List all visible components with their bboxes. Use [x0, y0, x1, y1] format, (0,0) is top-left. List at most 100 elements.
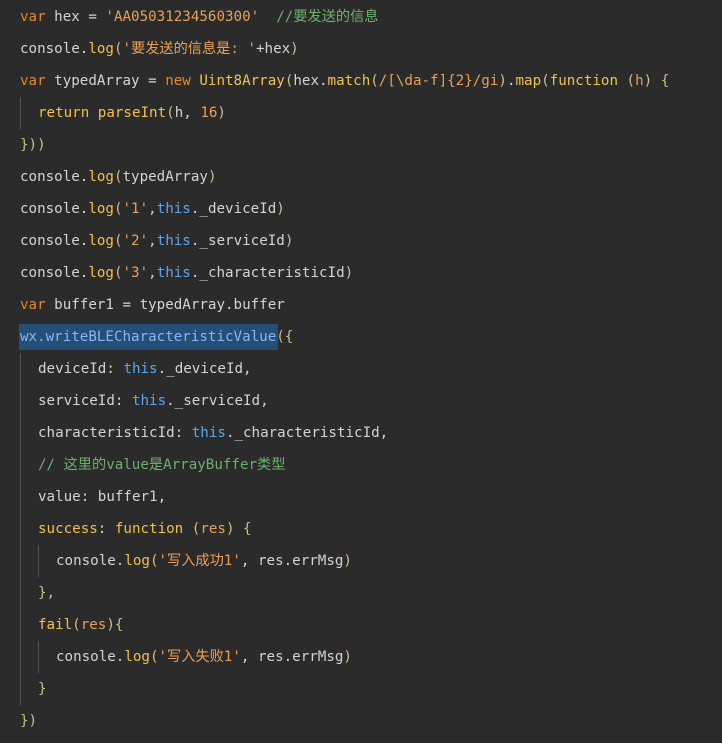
code-token: log — [124, 649, 150, 665]
code-line[interactable]: var hex = 'AA05031234560300' //要发送的信息 — [20, 1, 378, 33]
code-line[interactable]: console.log('2',this._serviceId) — [20, 225, 293, 257]
code-token: console. — [20, 233, 89, 249]
code-token: this — [156, 233, 191, 249]
code-token: console. — [20, 265, 89, 281]
code-token: return — [38, 105, 90, 121]
code-token: ) — [343, 553, 352, 569]
code-line[interactable]: console.log('写入成功1', res.errMsg) — [56, 545, 352, 577]
code-line[interactable]: value: buffer1, — [38, 481, 166, 513]
code-token: '3' — [122, 265, 149, 281]
code-token: ({ — [276, 329, 294, 345]
code-token: deviceId — [38, 361, 107, 377]
code-token: typedArray — [122, 169, 208, 185]
code-line[interactable]: fail(res){ — [38, 609, 123, 641]
code-line[interactable]: console.log('3',this._characteristicId) — [20, 257, 353, 289]
code-token: ( — [113, 265, 123, 281]
code-token: ( — [183, 521, 201, 537]
code-token: characteristicId — [38, 425, 175, 441]
code-token: fail — [38, 617, 73, 633]
code-token: ( — [370, 73, 379, 89]
code-token: ) — [284, 233, 294, 249]
code-token: ( — [113, 169, 123, 185]
code-token: Uint8Array — [199, 73, 285, 89]
code-token: res — [200, 521, 226, 537]
code-line[interactable]: console.log('要发送的信息是: '+hex) — [20, 33, 299, 65]
code-line[interactable]: deviceId: this._deviceId, — [38, 353, 252, 385]
code-line[interactable]: var typedArray = new Uint8Array ( hex.matc… — [20, 65, 669, 97]
code-token: console. — [56, 649, 125, 665]
code-token: var — [20, 73, 46, 89]
code-line[interactable]: success: function (res) { — [38, 513, 252, 545]
code-token: ) — [344, 265, 354, 281]
code-line[interactable]: console.log(typedArray) — [20, 161, 216, 193]
code-token: log — [88, 233, 114, 249]
code-token: 16 — [200, 105, 218, 121]
code-token: +hex — [256, 41, 291, 57]
code-token: , res.errMsg — [240, 553, 344, 569]
code-token: parseInt — [97, 105, 167, 121]
code-token: wx. — [20, 329, 46, 345]
code-token: this — [131, 393, 167, 409]
code-line[interactable]: }, — [38, 577, 55, 609]
code-editor[interactable]: var hex = 'AA05031234560300' //要发送的信息 con… — [0, 0, 722, 743]
code-token: '要发送的信息是: ' — [122, 41, 256, 57]
code-token: '写入成功1' — [158, 553, 241, 569]
code-line[interactable]: // 这里的value是ArrayBuffer类型 — [38, 449, 285, 481]
code-token: h, — [174, 105, 201, 121]
code-token: log — [88, 169, 114, 185]
indent-guide — [20, 353, 21, 705]
code-token: match — [327, 73, 371, 89]
code-token: })) — [20, 137, 46, 153]
code-line[interactable]: serviceId: this._serviceId, — [38, 385, 269, 417]
code-token: //要发送的信息 — [259, 9, 379, 25]
code-line[interactable]: wx.writeBLECharacteristicValue({ — [19, 321, 294, 353]
indent-guide — [38, 641, 39, 673]
code-token: console. — [20, 41, 89, 57]
code-token: typedArray = — [45, 73, 166, 89]
code-token: ( — [72, 617, 81, 633]
code-token: '1' — [122, 201, 149, 217]
code-line[interactable]: })) — [20, 129, 46, 161]
code-token: ( — [113, 233, 123, 249]
code-token: function — [114, 521, 184, 537]
code-line[interactable]: var buffer1 = typedArray.buffer — [20, 289, 285, 321]
code-token: ) — [276, 201, 285, 217]
code-token: log — [88, 41, 114, 57]
code-token: , — [148, 265, 157, 281]
code-token: ._serviceId — [190, 233, 285, 249]
code-token: : — [114, 393, 132, 409]
code-token: res — [80, 617, 107, 633]
code-token: }, — [38, 585, 56, 601]
code-line[interactable]: console.log('1',this._deviceId) — [20, 193, 285, 225]
code-token: , res.errMsg — [240, 649, 344, 665]
code-token: hex. — [293, 73, 328, 89]
code-token: ) — [343, 649, 352, 665]
code-token: ) { — [225, 521, 252, 537]
code-token: console. — [56, 553, 125, 569]
code-token: ) — [498, 73, 507, 89]
code-token: new — [165, 73, 191, 89]
code-token: ) — [290, 41, 299, 57]
code-token: // 这里的value是ArrayBuffer类型 — [38, 457, 286, 473]
code-token: : — [97, 521, 115, 537]
code-token: this — [156, 201, 191, 217]
code-token: ) — [217, 105, 226, 121]
code-line[interactable]: } — [38, 673, 47, 705]
code-token: , — [148, 233, 157, 249]
code-token: var — [20, 297, 46, 313]
code-line[interactable]: characteristicId: this._characteristicId… — [38, 417, 388, 449]
code-token: ( — [113, 41, 123, 57]
code-token: '2' — [122, 233, 149, 249]
code-token: success — [38, 521, 98, 537]
code-line[interactable]: console.log('写入失败1', res.errMsg) — [56, 641, 352, 673]
code-token: ( — [541, 73, 550, 89]
code-line[interactable]: return parseInt(h, 16) — [38, 97, 226, 129]
code-line[interactable]: }) — [20, 705, 37, 737]
code-token: console. — [20, 201, 89, 217]
code-token: , — [148, 201, 157, 217]
code-token: h — [635, 73, 644, 89]
code-token: /[\da-f]{2}/gi — [378, 73, 499, 89]
code-token: ._serviceId, — [166, 393, 269, 409]
code-token: map — [515, 73, 542, 89]
